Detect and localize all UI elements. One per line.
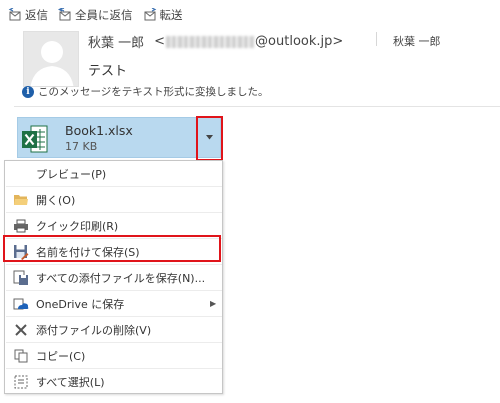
header-divider (376, 32, 377, 46)
highlight-box-save-as (3, 235, 221, 262)
reply-label: 返信 (25, 8, 48, 22)
message-toolbar: 返信 全員に返信 転送 (8, 6, 183, 24)
menu-item-preview[interactable]: プレビュー(P) (6, 161, 222, 187)
menu-item-label: すべての添付ファイルを保存(N)... (36, 271, 206, 285)
email-domain: @outlook.jp> (255, 34, 344, 49)
menu-item-label: コピー(C) (36, 349, 86, 363)
email-open-bracket: < (154, 34, 166, 49)
forward-label: 転送 (159, 8, 183, 22)
sender-line: 秋葉 一郎 < @outlook.jp> (88, 32, 343, 51)
forward-button[interactable]: 転送 (143, 7, 183, 23)
excel-file-icon (22, 125, 48, 153)
forward-icon (144, 8, 156, 21)
menu-item-label: OneDrive に保存 (36, 297, 125, 311)
reply-all-icon (58, 8, 71, 21)
reply-all-label: 全員に返信 (75, 8, 133, 22)
reply-button[interactable]: 返信 (8, 7, 48, 23)
menu-item-open[interactable]: 開く(O) (6, 187, 222, 213)
info-icon: i (22, 85, 34, 98)
recipient[interactable]: 秋葉 一郎 (393, 33, 441, 49)
info-text: このメッセージをテキスト形式に変換しました。 (38, 86, 269, 98)
submenu-arrow-icon: ▶ (210, 299, 217, 308)
attachment-context-menu: プレビュー(P) 開く(O) クイック印刷(R) 名前を付けて保存(S) すべて… (4, 160, 223, 394)
printer-icon (14, 219, 28, 232)
avatar[interactable] (23, 31, 79, 87)
menu-item-copy[interactable]: コピー(C) (6, 343, 222, 369)
copy-icon (14, 349, 28, 362)
menu-item-label: クイック印刷(R) (36, 219, 119, 233)
onedrive-icon (13, 298, 29, 309)
info-bar[interactable]: i このメッセージをテキスト形式に変換しました。 (22, 84, 268, 99)
folder-icon (14, 194, 28, 205)
person-silhouette-icon (30, 41, 74, 86)
menu-item-label: プレビュー(P) (36, 167, 107, 181)
highlight-box-dropdown (196, 116, 223, 161)
menu-item-remove-attachment[interactable]: 添付ファイルの削除(V) (6, 317, 222, 343)
menu-item-save-all[interactable]: すべての添付ファイルを保存(N)... (6, 265, 222, 291)
menu-item-save-onedrive[interactable]: OneDrive に保存 ▶ (6, 291, 222, 317)
save-all-icon (13, 270, 28, 285)
select-all-icon (14, 375, 28, 389)
reply-all-button[interactable]: 全員に返信 (58, 7, 133, 23)
menu-item-label: 開く(O) (36, 193, 76, 207)
subject: テスト (88, 64, 128, 79)
attachment-item[interactable]: Book1.xlsx 17 KB (17, 117, 197, 158)
delete-x-icon (15, 323, 27, 336)
redacted-email (166, 35, 255, 48)
attachment-size: 17 KB (65, 140, 98, 153)
menu-item-label: すべて選択(L) (36, 376, 105, 389)
attachment-name: Book1.xlsx (65, 123, 133, 138)
menu-item-select-all[interactable]: すべて選択(L) (6, 369, 222, 395)
reply-icon (8, 8, 21, 21)
menu-item-label: 添付ファイルの削除(V) (36, 323, 152, 337)
sender-name: 秋葉 一郎 (88, 36, 145, 51)
header-separator (14, 106, 500, 107)
